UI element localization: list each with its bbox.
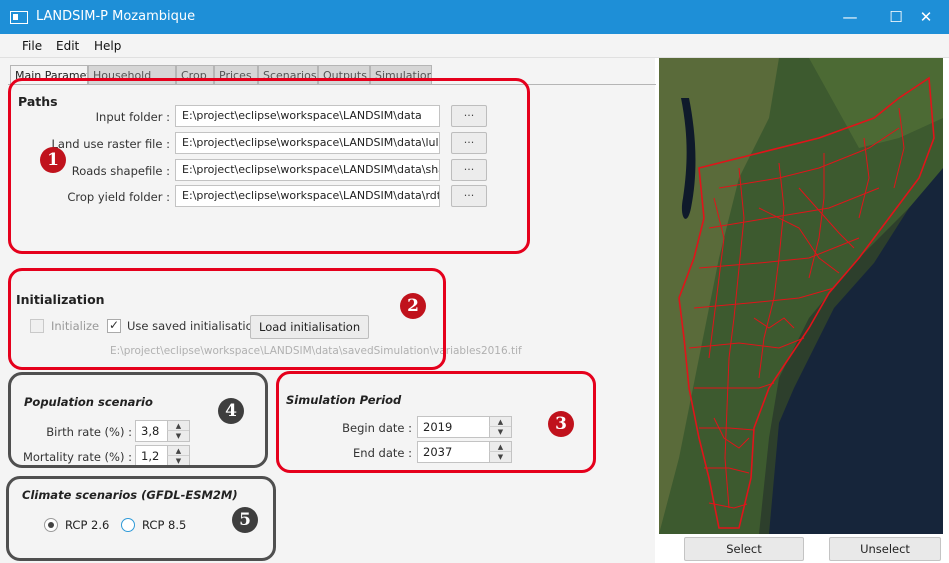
minimize-button[interactable]: —	[827, 0, 873, 34]
close-button[interactable]: ✕	[903, 0, 949, 34]
menu-file[interactable]: File	[22, 39, 42, 53]
mozambique-map-image	[659, 58, 943, 534]
annotation-number-3: 3	[548, 411, 574, 437]
annotation-box-paths	[8, 78, 530, 254]
annotation-box-initialization	[8, 268, 446, 370]
window-title: LANDSIM-P Mozambique	[36, 9, 196, 24]
menu-edit[interactable]: Edit	[56, 39, 79, 53]
annotation-number-1: 1	[40, 147, 66, 173]
annotation-number-5: 5	[232, 507, 258, 533]
menu-bar: File Edit Help	[0, 34, 949, 58]
title-bar: LANDSIM-P Mozambique — ☐ ✕	[0, 0, 949, 34]
app-icon	[10, 11, 28, 24]
unselect-button[interactable]: Unselect	[829, 537, 941, 561]
select-button[interactable]: Select	[684, 537, 804, 561]
annotation-number-4: 4	[218, 398, 244, 424]
menu-help[interactable]: Help	[94, 39, 121, 53]
map-view[interactable]	[659, 58, 943, 534]
annotation-number-2: 2	[400, 293, 426, 319]
